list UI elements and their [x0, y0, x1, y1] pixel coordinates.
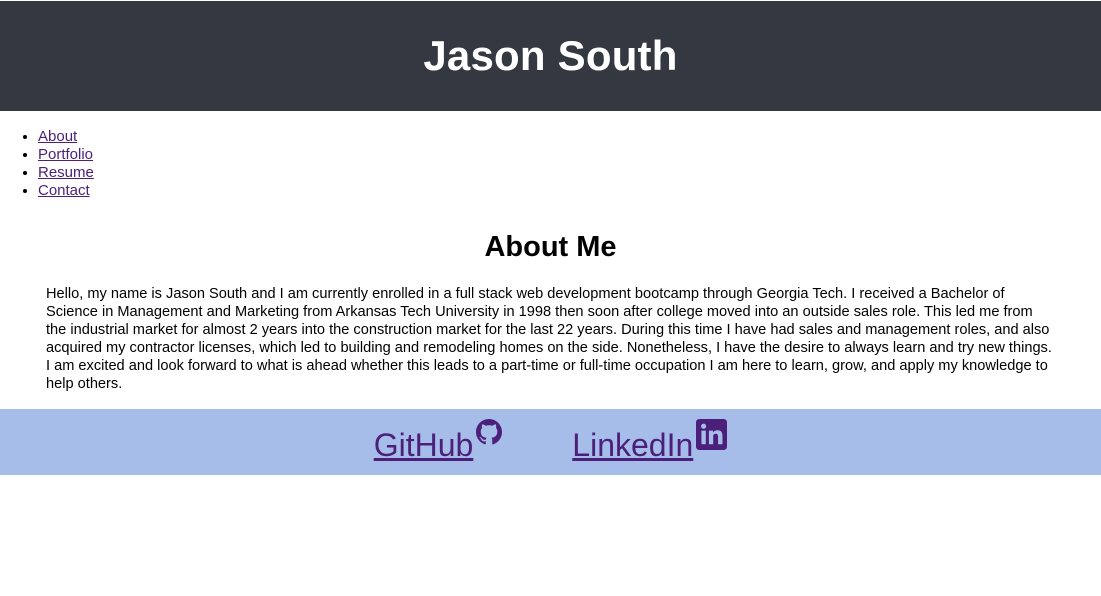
nav-item-contact: Contact	[38, 182, 1101, 200]
linkedin-icon	[696, 419, 728, 450]
github-icon	[476, 419, 503, 445]
nav-link-portfolio[interactable]: Portfolio	[38, 146, 93, 163]
site-header: Jason South	[0, 1, 1101, 111]
nav-item-portfolio: Portfolio	[38, 146, 1101, 164]
nav-link-resume[interactable]: Resume	[38, 164, 94, 181]
linkedin-link-label: LinkedIn	[572, 427, 694, 463]
main-nav: About Portfolio Resume Contact	[0, 128, 1101, 200]
about-body: Hello, my name is Jason South and I am c…	[46, 286, 1052, 392]
about-heading: About Me	[484, 231, 617, 263]
github-link-label: GitHub	[373, 427, 474, 463]
site-title: Jason South	[423, 32, 678, 79]
linkedin-link[interactable]: LinkedIn	[572, 419, 728, 465]
github-link[interactable]: GitHub	[374, 419, 503, 465]
nav-link-contact[interactable]: Contact	[38, 182, 90, 199]
nav-link-about[interactable]: About	[38, 128, 77, 145]
nav-list: About Portfolio Resume Contact	[0, 128, 1101, 200]
site-footer: GitHub LinkedIn	[0, 409, 1101, 475]
nav-item-resume: Resume	[38, 164, 1101, 182]
nav-item-about: About	[38, 128, 1101, 146]
about-section: About Me Hello, my name is Jason South a…	[0, 230, 1101, 393]
